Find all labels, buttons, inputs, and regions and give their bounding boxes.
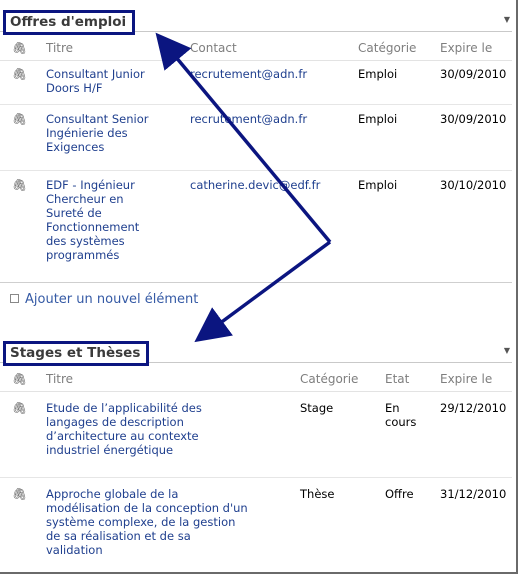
table-row: 🖇 EDF - Ingénieur Chercheur en Sureté de… (0, 172, 512, 283)
expire-value: 31/12/2010 (440, 487, 507, 501)
offres-webpart-header: Offres d'emploi ▼ (0, 9, 512, 35)
offre-title-link[interactable]: Consultant Junior Doors H/F (46, 67, 145, 95)
stages-column-headers: 🖇 Titre Catégorie Etat Expire le (0, 369, 512, 392)
paperclip-icon: 🖇 (12, 178, 28, 192)
offres-column-headers: 🖇 Titre Contact Catégorie Expire le (0, 38, 512, 61)
expire-value: 29/12/2010 (440, 401, 507, 415)
paperclip-icon: 🖇 (12, 372, 28, 386)
categorie-value: Thèse (300, 487, 335, 501)
categorie-value: Emploi (358, 112, 398, 126)
add-item-icon (10, 294, 19, 303)
table-row: 🖇 Consultant Junior Doors H/F recrutemen… (0, 62, 512, 105)
contact-link[interactable]: recrutement@adn.fr (190, 112, 307, 126)
expire-value: 30/10/2010 (440, 178, 507, 192)
page-frame: Offres d'emploi ▼ 🖇 Titre Contact Catégo… (0, 0, 518, 574)
etat-value: En cours (385, 401, 417, 429)
column-titre[interactable]: Titre (46, 41, 73, 55)
stages-webpart-header: Stages et Thèses ▼ (0, 340, 512, 366)
chevron-down-icon[interactable]: ▼ (504, 346, 510, 355)
offre-title-link[interactable]: Consultant Senior Ingénierie des Exigenc… (46, 112, 148, 154)
table-row: 🖇 Etude de l’applicabilité des langages … (0, 393, 512, 478)
contact-link[interactable]: recrutement@adn.fr (190, 67, 307, 81)
column-expire[interactable]: Expire le (440, 372, 492, 386)
chevron-down-icon[interactable]: ▼ (504, 15, 510, 24)
add-new-item-link[interactable]: Ajouter un nouvel élément (10, 292, 198, 307)
column-categorie[interactable]: Catégorie (358, 41, 416, 55)
paperclip-icon: 🖇 (12, 401, 28, 415)
column-categorie[interactable]: Catégorie (300, 372, 358, 386)
column-titre[interactable]: Titre (46, 372, 73, 386)
stage-title-link[interactable]: Approche globale de la modélisation de l… (46, 487, 248, 557)
contact-link[interactable]: catherine.devic@edf.fr (190, 178, 320, 192)
etat-value: Offre (385, 487, 414, 501)
stages-title[interactable]: Stages et Thèses (3, 341, 150, 366)
expire-value: 30/09/2010 (440, 112, 507, 126)
offres-title[interactable]: Offres d'emploi (3, 10, 136, 35)
paperclip-icon: 🖇 (12, 41, 28, 55)
offre-title-link[interactable]: EDF - Ingénieur Chercheur en Sureté de F… (46, 178, 139, 262)
paperclip-icon: 🖇 (12, 112, 28, 126)
categorie-value: Stage (300, 401, 334, 415)
categorie-value: Emploi (358, 67, 398, 81)
table-row: 🖇 Approche globale de la modélisation de… (0, 479, 512, 572)
stage-title-link[interactable]: Etude de l’applicabilité des langages de… (46, 401, 202, 457)
column-expire[interactable]: Expire le (440, 41, 492, 55)
categorie-value: Emploi (358, 178, 398, 192)
column-etat[interactable]: Etat (385, 372, 409, 386)
paperclip-icon: 🖇 (12, 487, 28, 501)
add-new-item-label: Ajouter un nouvel élément (25, 292, 199, 307)
expire-value: 30/09/2010 (440, 67, 507, 81)
column-contact[interactable]: Contact (190, 41, 237, 55)
paperclip-icon: 🖇 (12, 67, 28, 81)
table-row: 🖇 Consultant Senior Ingénierie des Exige… (0, 106, 512, 171)
